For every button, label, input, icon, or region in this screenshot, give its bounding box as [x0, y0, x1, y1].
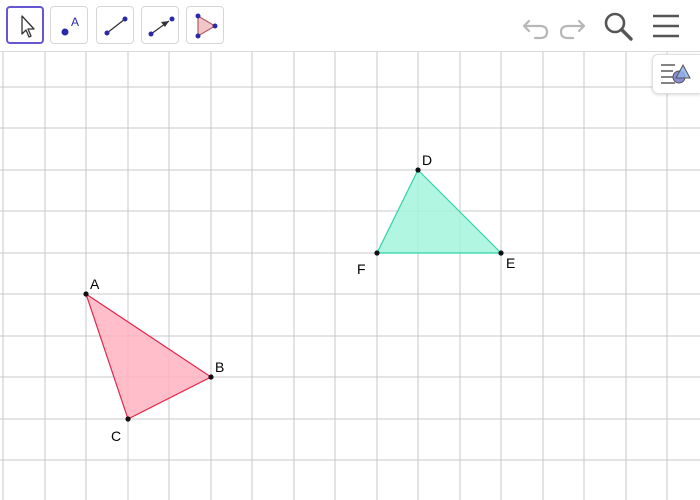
style-bar-toggle-button[interactable]	[652, 54, 700, 94]
polygon-tool-button[interactable]	[186, 6, 224, 44]
segment-tool-button[interactable]	[96, 6, 134, 44]
vector-icon	[148, 16, 175, 37]
menu-icon	[653, 14, 679, 38]
undo-button[interactable]	[520, 10, 552, 47]
toolbar: A	[0, 0, 700, 52]
segment-icon	[104, 16, 128, 36]
main-menu-button[interactable]	[650, 10, 682, 47]
label-b[interactable]: B	[215, 359, 224, 375]
search-button[interactable]	[602, 10, 634, 47]
polygon-icon	[195, 13, 218, 39]
point-icon: A	[61, 15, 79, 36]
grid	[0, 52, 700, 500]
point-c[interactable]	[125, 416, 131, 422]
triangle-abc[interactable]	[84, 292, 213, 420]
point-b[interactable]	[208, 374, 214, 380]
point-f[interactable]	[374, 250, 380, 256]
move-tool-button[interactable]	[6, 6, 44, 44]
label-f[interactable]: F	[357, 261, 366, 277]
point-tool-button[interactable]: A	[50, 6, 88, 44]
label-e[interactable]: E	[506, 255, 515, 271]
label-d[interactable]: D	[422, 152, 432, 168]
vector-tool-button[interactable]	[141, 6, 179, 44]
pointer-arrow-icon	[21, 15, 35, 38]
point-a[interactable]	[83, 291, 89, 297]
point-tool-label: A	[71, 15, 79, 29]
label-c[interactable]: C	[111, 428, 121, 444]
point-e[interactable]	[498, 250, 504, 256]
point-d[interactable]	[415, 167, 421, 173]
search-icon	[604, 12, 633, 41]
style-bar-toggle-icon	[661, 63, 691, 84]
redo-button[interactable]	[556, 10, 588, 47]
label-a[interactable]: A	[90, 276, 100, 292]
undo-icon	[522, 19, 549, 40]
graphics-view[interactable]: A B C D E F	[0, 52, 700, 500]
redo-icon	[559, 19, 586, 40]
